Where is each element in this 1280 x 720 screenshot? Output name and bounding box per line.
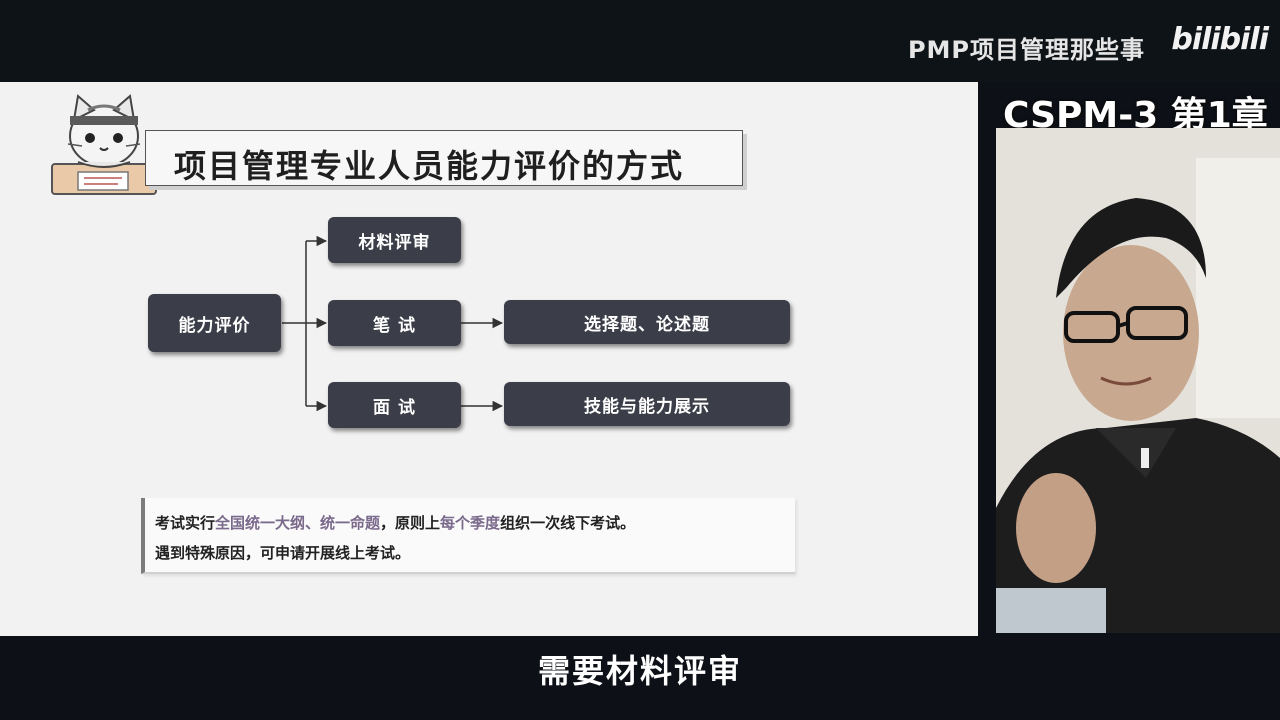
exam-note-line-2: 遇到特殊原因，可申请开展线上考试。 [155, 544, 411, 562]
node-branch-interview: 面 试 [328, 382, 461, 428]
note-highlight-quarterly: 每个季度 [440, 514, 501, 532]
presenter-figure [996, 128, 1280, 633]
note-text: ，原则上 [380, 514, 441, 532]
node-branch-material-review: 材料评审 [328, 217, 461, 263]
video-subtitle: 需要材料评审 [537, 652, 742, 690]
channel-name: PMP项目管理那些事 [907, 36, 1145, 64]
exam-note-box: 考试实行全国统一大纲、统一命题，原则上每个季度组织一次线下考试。 遇到特殊原因，… [141, 498, 795, 574]
node-branch-written-exam: 笔 试 [328, 300, 461, 346]
node-detail-skills-demo: 技能与能力展示 [504, 382, 790, 426]
top-bar: PMP项目管理那些事 bilibili [0, 0, 1280, 82]
exam-note-line-1: 考试实行全国统一大纲、统一命题，原则上每个季度组织一次线下考试。 [155, 512, 635, 533]
node-detail-question-types: 选择题、论述题 [504, 300, 790, 344]
note-highlight-unified: 全国统一大纲、统一命题 [215, 514, 381, 532]
note-text: 组织一次线下考试。 [500, 514, 636, 532]
node-root: 能力评价 [148, 294, 281, 352]
slide: 项目管理专业人员能力评价的方式 能力评价 材料评审 笔 试 面 试 选择题、论述… [0, 82, 978, 636]
note-text: 考试实行 [155, 514, 216, 532]
bilibili-logo: bilibili [1171, 22, 1269, 57]
presenter-webcam [996, 128, 1280, 633]
